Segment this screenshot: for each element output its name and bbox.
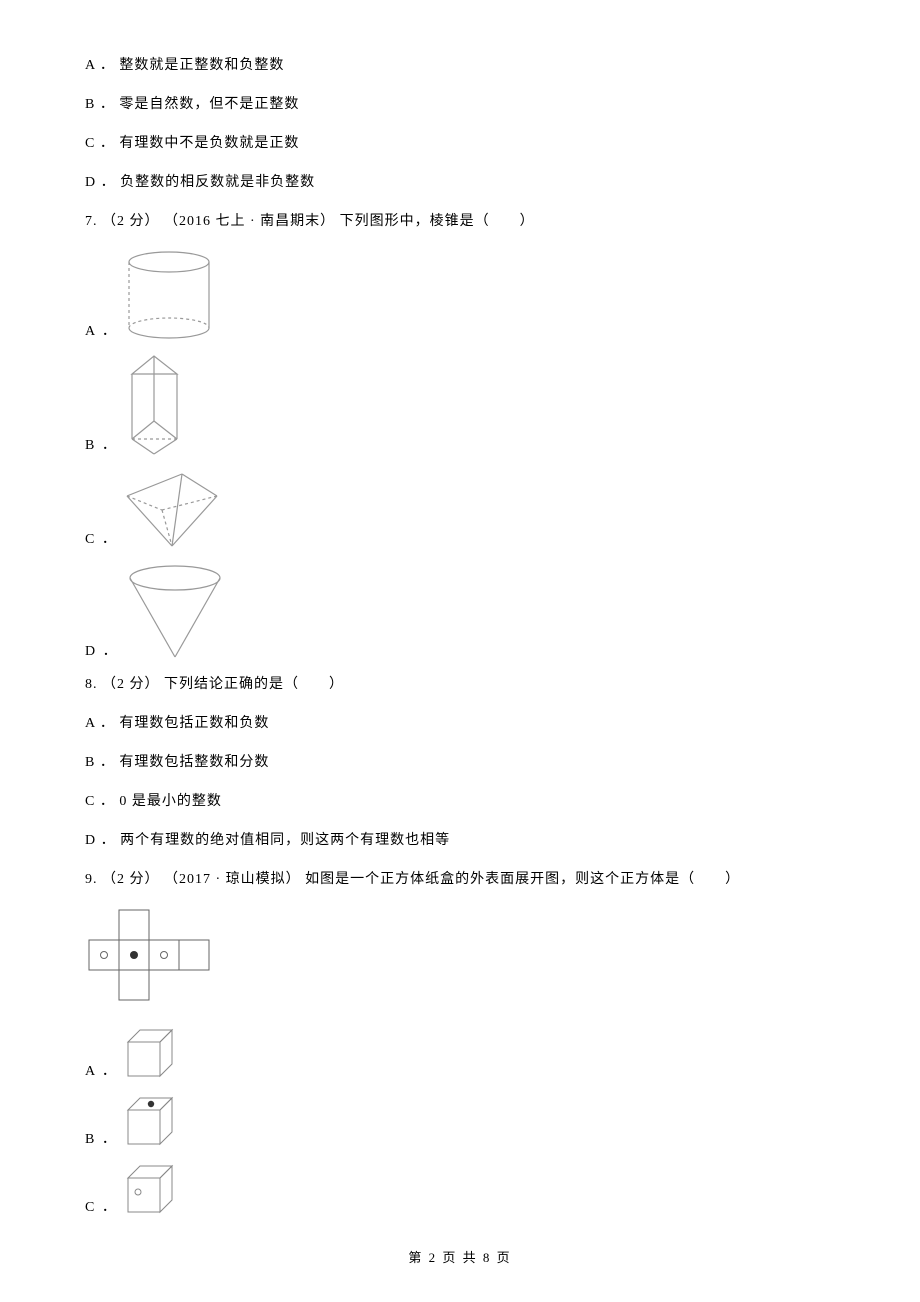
q9-option-c: C ．: [85, 1162, 835, 1218]
cube-b-icon: [122, 1094, 180, 1150]
q7-option-b: B ．: [85, 354, 835, 456]
q7-option-b-label: B ．: [85, 435, 118, 456]
q9-option-b: B ．: [85, 1094, 835, 1150]
q6-option-d: D ． 负整数的相反数就是非负整数: [85, 172, 835, 193]
q7-option-c: C ．: [85, 468, 835, 550]
cube-c-icon: [122, 1162, 180, 1218]
q7-option-d-label: D ．: [85, 641, 119, 662]
q8-option-b: B ． 有理数包括整数和分数: [85, 752, 835, 773]
cube-net-icon: [85, 908, 215, 1006]
q8-option-c: C ． 0 是最小的整数: [85, 791, 835, 812]
cone-icon: [123, 562, 228, 662]
q9-stem: 9. （2 分） （2017 · 琼山模拟） 如图是一个正方体纸盒的外表面展开图…: [85, 869, 835, 890]
q7-option-a-label: A ．: [85, 321, 118, 342]
q8-option-a: A ． 有理数包括正数和负数: [85, 713, 835, 734]
q7-option-c-label: C ．: [85, 529, 118, 550]
cylinder-icon: [122, 250, 217, 342]
page-footer: 第 2 页 共 8 页: [85, 1248, 835, 1268]
q6-option-c: C ． 有理数中不是负数就是正数: [85, 133, 835, 154]
q9-option-b-label: B ．: [85, 1129, 118, 1150]
q9-option-c-label: C ．: [85, 1197, 118, 1218]
page-body: A ． 整数就是正整数和负整数 B ． 零是自然数，但不是正整数 C ． 有理数…: [0, 0, 920, 1288]
q9-option-a: A ．: [85, 1026, 835, 1082]
q9-net-figure: [85, 908, 835, 1006]
q9-option-a-label: A ．: [85, 1061, 118, 1082]
q7-stem: 7. （2 分） （2016 七上 · 南昌期末） 下列图形中，棱锥是（ ）: [85, 211, 835, 232]
q6-option-b: B ． 零是自然数，但不是正整数: [85, 94, 835, 115]
cube-a-icon: [122, 1026, 180, 1082]
triangular-prism-icon: [122, 354, 187, 456]
q8-stem: 8. （2 分） 下列结论正确的是（ ）: [85, 674, 835, 695]
q7-option-d: D ．: [85, 562, 835, 662]
q6-option-a: A ． 整数就是正整数和负整数: [85, 55, 835, 76]
square-pyramid-icon: [122, 468, 222, 550]
q8-option-d: D ． 两个有理数的绝对值相同，则这两个有理数也相等: [85, 830, 835, 851]
q7-option-a: A ．: [85, 250, 835, 342]
